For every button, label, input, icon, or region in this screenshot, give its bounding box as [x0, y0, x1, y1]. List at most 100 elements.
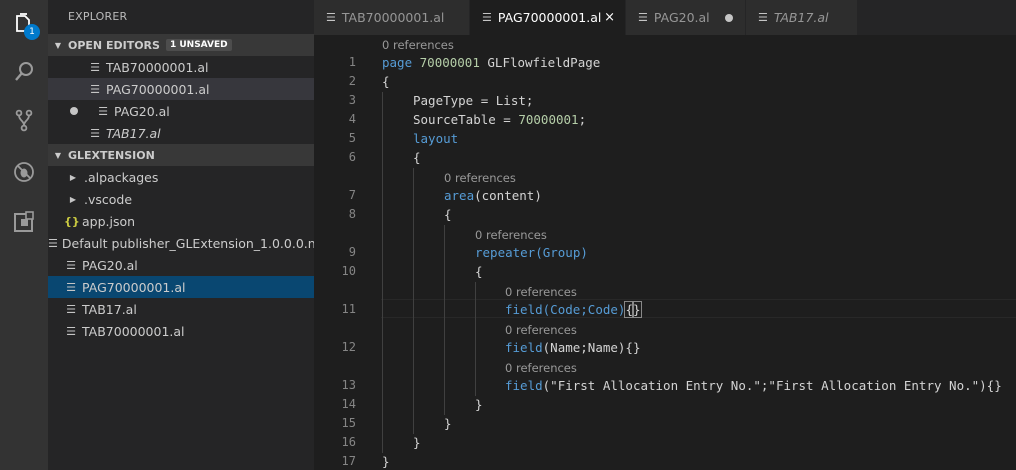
- line-number: 2: [348, 74, 356, 88]
- chevron-right-icon: ▶: [69, 172, 77, 182]
- identifier: (content): [474, 188, 542, 203]
- search-button[interactable]: [0, 48, 48, 96]
- keyword: page: [382, 55, 413, 70]
- line-number: 14: [341, 397, 356, 411]
- workspace-header[interactable]: ▼ GLEXTENSION: [48, 144, 314, 166]
- file-icon: ☰: [758, 11, 768, 24]
- indent-guide: [382, 92, 383, 453]
- code-line-11: field(Code;Code){}: [505, 300, 642, 319]
- code-editor[interactable]: 0 references 0 references 0 references 0…: [314, 35, 1016, 470]
- tree-item-file[interactable]: ☰ PAG20.al: [48, 254, 314, 276]
- tab-pag20[interactable]: ☰ PAG20.al: [626, 0, 746, 35]
- identifier: (Name;Name){}: [542, 340, 641, 355]
- current-line-highlight: [381, 299, 1016, 318]
- tree-item-file[interactable]: {} app.json: [48, 210, 314, 232]
- tab-label: TAB17.al: [773, 10, 829, 25]
- open-editor-item[interactable]: ☰ PAG20.al: [48, 100, 314, 122]
- open-editor-label: TAB17.al: [106, 125, 161, 141]
- open-editor-item[interactable]: ☰ TAB70000001.al: [48, 56, 314, 78]
- open-editor-label: TAB70000001.al: [106, 59, 209, 75]
- tab-tab70000001[interactable]: ☰ TAB70000001.al: [314, 0, 470, 35]
- activity-bar: 1: [0, 0, 48, 470]
- tab-tab17[interactable]: ☰ TAB17.al: [746, 0, 858, 35]
- tree-item-folder[interactable]: ▶ .alpackages: [48, 166, 314, 188]
- string: "First Allocation Entry No.": [768, 378, 980, 393]
- tree-item-label: .alpackages: [84, 169, 159, 185]
- file-icon: ☰: [326, 11, 336, 24]
- source-control-button[interactable]: [0, 96, 48, 144]
- file-icon: ☰: [90, 60, 100, 74]
- matched-bracket: }: [632, 301, 642, 318]
- code-line-12: field(Name;Name){}: [505, 338, 640, 357]
- matched-bracket: {: [624, 301, 634, 318]
- tree-item-label: PAG70000001.al: [82, 279, 186, 295]
- indent-guide: [413, 168, 414, 434]
- punctuation: ;: [578, 112, 587, 127]
- code-line-14: }: [475, 397, 483, 412]
- file-icon: ☰: [90, 82, 100, 96]
- code-line-1: page 70000001 GLFlowfieldPage: [382, 53, 600, 72]
- open-editor-label: PAG20.al: [114, 103, 170, 119]
- line-number: 7: [348, 188, 356, 202]
- tab-pag70000001[interactable]: ☰ PAG70000001.al ×: [470, 0, 626, 35]
- debug-button[interactable]: [0, 148, 48, 196]
- line-number: 4: [348, 112, 356, 126]
- extensions-button[interactable]: [0, 198, 48, 246]
- code-line-13: field("First Allocation Entry No.";"Firs…: [505, 376, 1002, 395]
- line-number: 13: [341, 378, 356, 392]
- explorer-button[interactable]: 1: [0, 0, 48, 48]
- open-editor-item[interactable]: ☰ PAG70000001.al: [48, 78, 314, 100]
- keyword: field: [505, 378, 543, 393]
- explorer-sidebar: EXPLORER ▼ OPEN EDITORS 1 UNSAVED ☰ TAB7…: [48, 0, 314, 470]
- file-icon: ☰: [66, 258, 76, 272]
- line-number: 16: [341, 435, 356, 449]
- code-line-2: {: [382, 74, 390, 89]
- code-line-9: repeater(Group): [475, 245, 588, 260]
- code-line-5: layout: [413, 131, 459, 146]
- file-icon: ☰: [48, 236, 58, 250]
- keyword: area: [444, 188, 475, 203]
- unsaved-badge: 1 UNSAVED: [165, 39, 232, 51]
- code-line-15: }: [444, 416, 452, 431]
- line-number: 3: [348, 93, 356, 107]
- editor-tabs: ☰ TAB70000001.al ☰ PAG70000001.al × ☰ PA…: [314, 0, 1016, 35]
- file-icon: ☰: [66, 280, 76, 294]
- line-number: 11: [341, 302, 356, 316]
- code-line-3: PageType = List;: [413, 93, 534, 108]
- file-icon: ☰: [66, 324, 76, 338]
- file-icon: ☰: [638, 11, 648, 24]
- line-number: 8: [348, 207, 356, 221]
- punctuation: ){}: [979, 378, 1002, 393]
- identifier: (Code;Code): [542, 302, 626, 317]
- code-line-7: area(content): [444, 186, 542, 205]
- tree-item-label: PAG20.al: [82, 257, 138, 273]
- tab-label: PAG70000001.al: [497, 10, 602, 25]
- tab-label: TAB70000001.al: [341, 10, 445, 25]
- open-editors-title: OPEN EDITORS: [68, 38, 160, 52]
- unsaved-count-badge: 1: [24, 24, 40, 40]
- line-number: 1: [348, 55, 356, 69]
- unsaved-dot-icon: [725, 13, 733, 22]
- line-number: 6: [348, 150, 356, 164]
- tree-item-label: Default publisher_GLExtension_1.0.0.0.n.…: [61, 235, 314, 251]
- tree-item-label: .vscode: [84, 191, 133, 207]
- tree-item-file[interactable]: ☰ TAB17.al: [48, 298, 314, 320]
- line-number: 10: [341, 264, 356, 278]
- indent-guide: [444, 225, 445, 415]
- tree-item-label: TAB17.al: [82, 301, 137, 317]
- tree-item-file[interactable]: ☰ TAB70000001.al: [48, 320, 314, 342]
- tree-item-file[interactable]: ☰ Default publisher_GLExtension_1.0.0.0.…: [48, 232, 314, 254]
- open-editor-item[interactable]: ☰ TAB17.al: [48, 122, 314, 144]
- tree-item-folder[interactable]: ▶ .vscode: [48, 188, 314, 210]
- open-editors-header[interactable]: ▼ OPEN EDITORS 1 UNSAVED: [48, 34, 314, 56]
- extensions-icon: [14, 211, 34, 232]
- json-icon: {}: [64, 214, 80, 228]
- chevron-right-icon: ▶: [69, 194, 77, 204]
- chevron-down-icon: ▼: [54, 150, 62, 160]
- number: 70000001: [419, 55, 480, 70]
- line-number: 12: [341, 340, 356, 354]
- open-editor-label: PAG70000001.al: [106, 81, 210, 97]
- tree-item-file[interactable]: ☰ PAG70000001.al: [48, 276, 314, 298]
- file-icon: ☰: [482, 11, 492, 24]
- close-icon[interactable]: ×: [604, 10, 615, 25]
